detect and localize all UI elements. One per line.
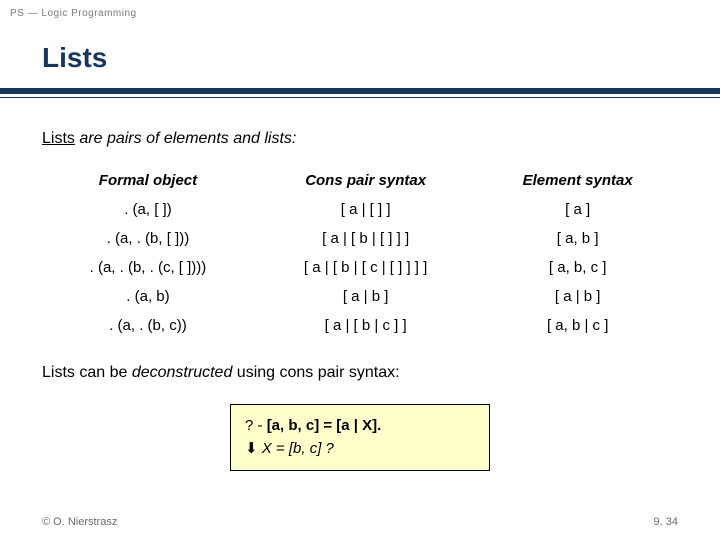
slide: PS — Logic Programming Lists Lists are p… — [0, 0, 720, 540]
post-post: using cons pair syntax: — [237, 364, 400, 381]
post-emph: deconstructed — [132, 364, 233, 381]
cell: . (a, b) — [42, 282, 254, 311]
intro-subject: Lists — [42, 130, 75, 147]
cell: [ a, b ] — [477, 224, 678, 253]
footer-page: 9. 34 — [654, 516, 678, 528]
title-block: Lists — [0, 32, 720, 98]
table-row: . (a, [ ]) [ a | [ ] ] [ a ] — [42, 195, 678, 224]
lists-table: Formal object Cons pair syntax Element s… — [42, 166, 678, 340]
cell: [ a | [ b | [ c | [ ] ] ] ] — [254, 253, 477, 282]
post-sentence: Lists can be deconstructed using cons pa… — [42, 364, 678, 382]
slide-top-label: PS — Logic Programming — [10, 8, 137, 19]
th-cons: Cons pair syntax — [254, 166, 477, 195]
code-line-1: ? - [a, b, c] = [a | X]. — [245, 415, 475, 438]
cell: [ a | b ] — [254, 282, 477, 311]
cell: [ a, b, c ] — [477, 253, 678, 282]
intro-rest: pairs of elements and lists: — [107, 130, 296, 147]
cell: [ a | b ] — [477, 282, 678, 311]
code-query: [a, b, c] = [a | X]. — [267, 417, 382, 434]
table-row: . (a, b) [ a | b ] [ a | b ] — [42, 282, 678, 311]
table-row: . (a, . (b, [ ])) [ a | [ b | [ ] ] ] [ … — [42, 224, 678, 253]
footer-author: © O. Nierstrasz — [42, 516, 117, 528]
cell: [ a | [ ] ] — [254, 195, 477, 224]
th-element: Element syntax — [477, 166, 678, 195]
code-box: ? - [a, b, c] = [a | X]. ⬇ X = [b, c] ? — [230, 404, 490, 471]
cell: . (a, . (b, . (c, [ ]))) — [42, 253, 254, 282]
rule-thin — [0, 97, 720, 98]
th-formal: Formal object — [42, 166, 254, 195]
page-title: Lists — [0, 32, 720, 88]
intro-sentence: Lists are pairs of elements and lists: — [42, 130, 678, 148]
table-row: . (a, . (b, c)) [ a | [ b | c ] ] [ a, b… — [42, 311, 678, 340]
cell: [ a ] — [477, 195, 678, 224]
cell: . (a, . (b, [ ])) — [42, 224, 254, 253]
rule-thick — [0, 88, 720, 94]
code-prompt: ? - — [245, 417, 267, 434]
arrow-down-icon: ⬇ — [245, 440, 258, 457]
code-line-2: ⬇ X = [b, c] ? — [245, 438, 475, 461]
post-pre: Lists can be — [42, 364, 132, 381]
code-result: X = [b, c] ? — [262, 440, 334, 457]
intro-verb: are — [79, 130, 107, 147]
cell: [ a | [ b | c ] ] — [254, 311, 477, 340]
table-row: . (a, . (b, . (c, [ ]))) [ a | [ b | [ c… — [42, 253, 678, 282]
cell: . (a, [ ]) — [42, 195, 254, 224]
cell: [ a, b | c ] — [477, 311, 678, 340]
cell: [ a | [ b | [ ] ] ] — [254, 224, 477, 253]
content: Lists are pairs of elements and lists: F… — [42, 130, 678, 471]
cell: . (a, . (b, c)) — [42, 311, 254, 340]
